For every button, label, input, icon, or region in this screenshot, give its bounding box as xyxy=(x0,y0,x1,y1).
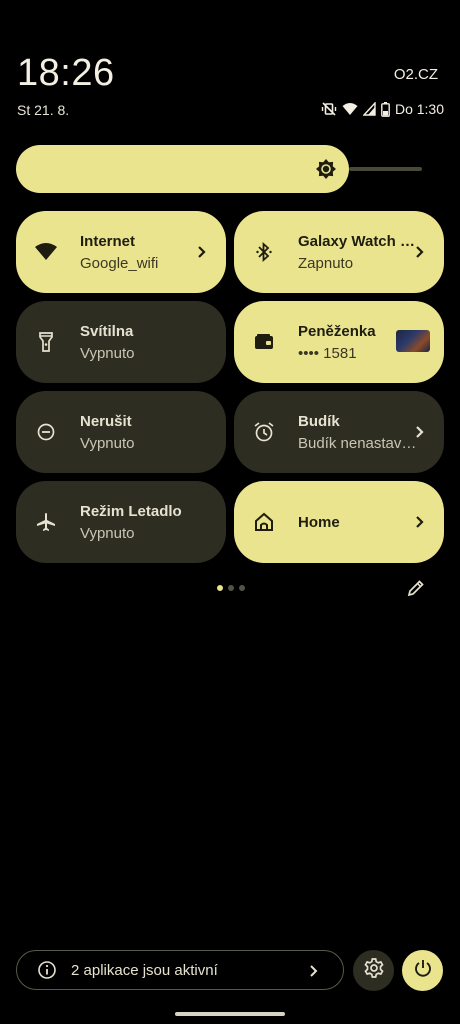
do-not-disturb-icon xyxy=(33,419,59,445)
page-indicator xyxy=(217,585,245,591)
tile-bluetooth[interactable]: Galaxy Watch U... Zapnuto xyxy=(234,211,444,293)
active-apps-label: 2 aplikace jsou aktivní xyxy=(71,961,218,979)
chevron-right-icon[interactable] xyxy=(192,241,212,263)
tile-title: Galaxy Watch U... xyxy=(298,232,420,250)
power-button[interactable] xyxy=(402,950,443,991)
brightness-fill[interactable] xyxy=(16,145,349,193)
card-thumbnail xyxy=(396,330,430,352)
tile-subtitle: Vypnuto xyxy=(80,344,135,362)
tile-title: Svítilna xyxy=(80,322,134,340)
tile-title: Režim Letadlo xyxy=(80,502,182,520)
battery-estimate: Do 1:30 xyxy=(394,101,444,117)
chevron-right-icon[interactable] xyxy=(410,241,430,263)
vibrate-off-icon xyxy=(321,101,337,117)
active-apps-button[interactable]: 2 aplikace jsou aktivní xyxy=(16,950,344,990)
tile-title: Internet xyxy=(80,232,136,250)
chevron-right-icon[interactable] xyxy=(410,421,430,443)
status-icons: Do 1:30 xyxy=(321,101,444,117)
tile-alarm[interactable]: Budík Budík nenastave... xyxy=(234,391,444,473)
page-dot-active xyxy=(217,585,223,591)
bluetooth-icon xyxy=(251,239,277,265)
chevron-right-icon xyxy=(305,961,323,981)
tile-subtitle: Google_wifi xyxy=(80,254,159,272)
battery-icon xyxy=(381,101,390,117)
page-dot xyxy=(228,585,234,591)
tile-title: Home xyxy=(298,513,340,531)
tile-subtitle: Vypnuto xyxy=(80,524,135,542)
tile-do-not-disturb[interactable]: Nerušit Vypnuto xyxy=(16,391,226,473)
gesture-home-bar[interactable] xyxy=(175,1012,285,1016)
tile-title: Budík xyxy=(298,412,340,430)
tile-airplane-mode[interactable]: Režim Letadlo Vypnuto xyxy=(16,481,226,563)
carrier-name: O2.CZ xyxy=(393,66,438,83)
gear-icon xyxy=(363,957,385,984)
clock[interactable]: 18:26 xyxy=(17,52,115,95)
tile-subtitle: Vypnuto xyxy=(80,434,135,452)
tile-subtitle: Zapnuto xyxy=(298,254,354,272)
wallet-icon xyxy=(251,329,277,355)
info-icon xyxy=(37,960,57,980)
settings-button[interactable] xyxy=(353,950,394,991)
tile-flashlight[interactable]: Svítilna Vypnuto xyxy=(16,301,226,383)
chevron-right-icon[interactable] xyxy=(410,511,430,533)
brightness-slider[interactable] xyxy=(16,145,422,193)
brightness-icon xyxy=(315,158,337,180)
tile-subtitle: Budík nenastave... xyxy=(298,434,420,452)
power-icon xyxy=(413,958,433,983)
pencil-icon[interactable] xyxy=(406,578,426,598)
tile-title: Nerušit xyxy=(80,412,132,430)
alarm-icon xyxy=(251,419,277,445)
airplane-icon xyxy=(33,509,59,535)
home-icon xyxy=(251,509,277,535)
signal-icon xyxy=(362,102,376,116)
flashlight-icon xyxy=(33,329,59,355)
tile-home[interactable]: Home xyxy=(234,481,444,563)
tile-internet[interactable]: Internet Google_wifi xyxy=(16,211,226,293)
tile-wallet[interactable]: Peněženka •••• 1581 xyxy=(234,301,444,383)
quick-settings-panel: 18:26 O2.CZ St 21. 8. Do 1:30 Internet G… xyxy=(0,0,460,1024)
brightness-track-rest[interactable] xyxy=(349,167,422,171)
page-dot xyxy=(239,585,245,591)
wifi-icon xyxy=(342,102,358,116)
date[interactable]: St 21. 8. xyxy=(17,102,69,118)
wifi-icon xyxy=(33,239,59,265)
